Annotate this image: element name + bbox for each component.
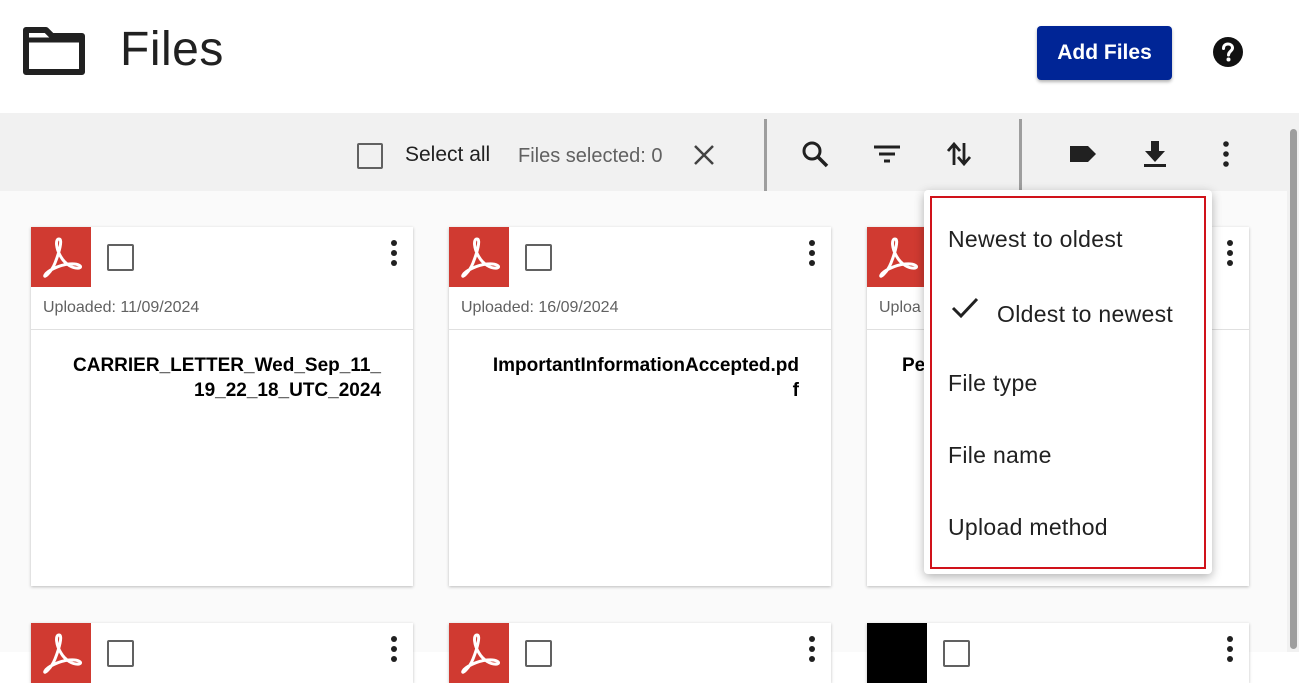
file-name[interactable]: ImportantInformationAccepted.pdf (489, 353, 799, 403)
upload-date: Uploaded: 11/09/2024 (43, 299, 200, 316)
add-files-button[interactable]: Add Files (1037, 26, 1172, 80)
sort-option-upload-method[interactable]: Upload method (948, 514, 1108, 541)
file-checkbox[interactable] (943, 640, 970, 667)
pdf-icon (31, 623, 91, 683)
check-icon (951, 297, 979, 319)
more-vert-icon[interactable] (1225, 635, 1235, 663)
file-name[interactable]: CARRIER_LETTER_Wed_Sep_11_19_22_18_UTC_2… (71, 353, 381, 403)
file-card[interactable]: Uploaded: 11/09/2024 CARRIER_LETTER_Wed_… (31, 227, 413, 586)
select-all-label[interactable]: Select all (405, 143, 490, 167)
file-checkbox[interactable] (525, 244, 552, 271)
scrollbar[interactable] (1287, 113, 1299, 652)
select-all-checkbox[interactable] (357, 143, 383, 169)
more-vert-icon[interactable] (389, 635, 399, 663)
toolbar-divider (1019, 119, 1022, 191)
more-vert-icon[interactable] (807, 635, 817, 663)
file-card[interactable] (867, 623, 1249, 683)
file-thumbnail (867, 623, 927, 683)
pdf-icon (449, 227, 509, 287)
more-vert-icon[interactable] (1225, 239, 1235, 267)
file-card-header: Uploaded: 16/09/2024 (449, 227, 831, 330)
label-icon[interactable] (1068, 139, 1098, 169)
more-vert-icon[interactable] (1211, 139, 1241, 169)
download-icon[interactable] (1140, 139, 1170, 169)
more-vert-icon[interactable] (389, 239, 399, 267)
file-checkbox[interactable] (525, 640, 552, 667)
file-checkbox[interactable] (107, 640, 134, 667)
files-selected-count: Files selected: 0 (518, 145, 663, 167)
sort-icon[interactable] (944, 139, 974, 169)
page-title: Files (120, 23, 224, 76)
sort-menu: Newest to oldest Oldest to newest File t… (924, 190, 1212, 574)
files-toolbar: Select all Files selected: 0 (0, 113, 1287, 191)
more-vert-icon[interactable] (807, 239, 817, 267)
sort-option-file-name[interactable]: File name (948, 442, 1052, 469)
file-card[interactable] (31, 623, 413, 683)
close-icon[interactable] (692, 143, 716, 167)
filter-icon[interactable] (872, 139, 902, 169)
pdf-icon (31, 227, 91, 287)
scrollbar-thumb[interactable] (1290, 129, 1297, 649)
sort-option-file-type[interactable]: File type (948, 370, 1038, 397)
sort-option-newest[interactable]: Newest to oldest (948, 226, 1123, 253)
file-card[interactable] (449, 623, 831, 683)
folder-icon (23, 27, 85, 75)
file-card[interactable]: Uploaded: 16/09/2024 ImportantInformatio… (449, 227, 831, 586)
page-header: Files Add Files (0, 0, 1299, 113)
file-card-header: Uploaded: 11/09/2024 (31, 227, 413, 330)
toolbar-divider (764, 119, 767, 191)
sort-option-oldest[interactable]: Oldest to newest (997, 301, 1173, 328)
file-checkbox[interactable] (107, 244, 134, 271)
search-icon[interactable] (800, 139, 830, 169)
upload-date: Uploa (879, 299, 921, 316)
pdf-icon (449, 623, 509, 683)
upload-date: Uploaded: 16/09/2024 (461, 299, 619, 316)
pdf-icon (867, 227, 927, 287)
help-icon[interactable] (1212, 36, 1244, 68)
